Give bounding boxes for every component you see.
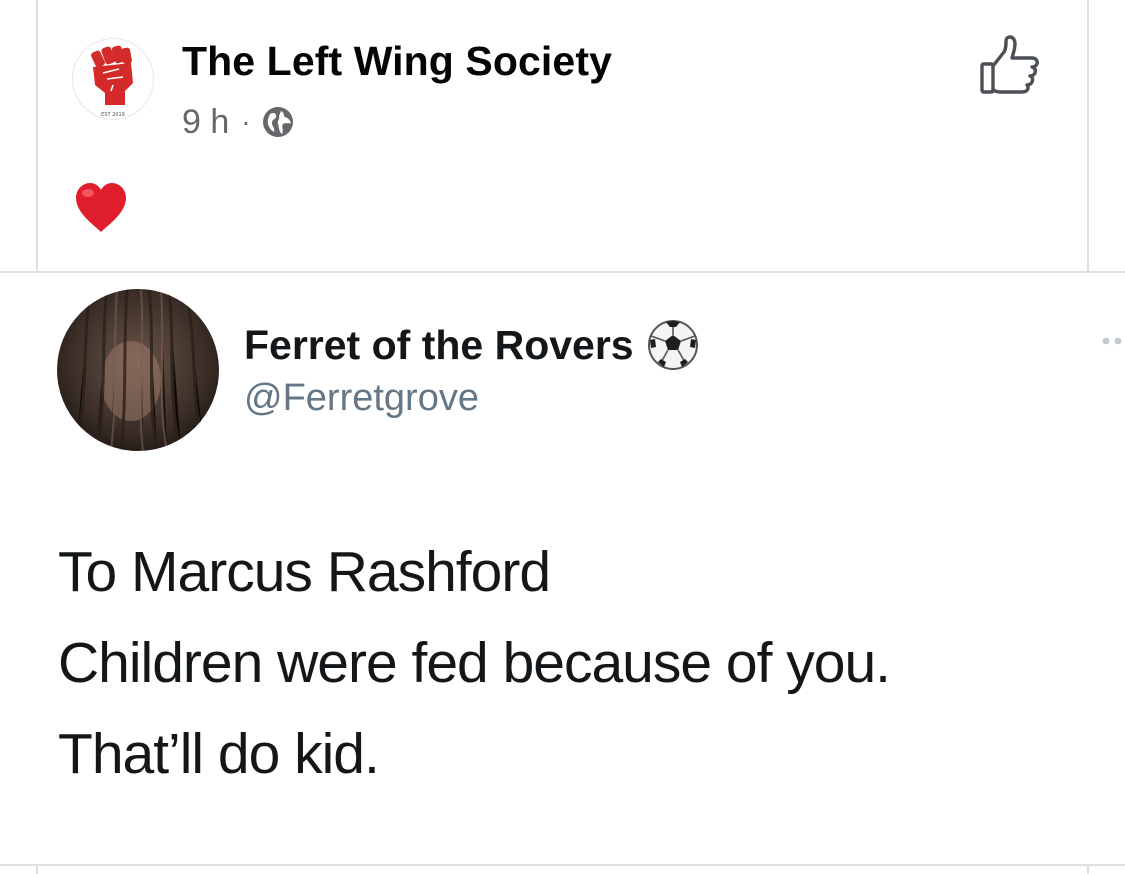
heart-icon [76,183,126,232]
logo-est-text: EST 2019 [101,112,125,118]
post-time[interactable]: 9 h [182,103,229,142]
tweet-author-avatar[interactable] [57,289,219,451]
tweet-line-3: That’ll do kid. [58,722,380,786]
meta-separator: · [241,106,251,137]
fist-logo-icon: EST 2019 [91,45,133,118]
tweet-display-name[interactable]: Ferret of the Rovers [244,322,634,369]
more-options-icon[interactable] [1100,334,1125,348]
page-name-link[interactable]: The Left Wing Society [182,38,612,85]
bottom-divider [0,864,1125,866]
left-border-top [36,0,38,272]
post-divider [0,271,1125,273]
post-meta: 9 h · [182,100,295,144]
tweet-line-2: Children were fed because of you. [58,631,891,695]
tweet-line-1: To Marcus Rashford [58,540,551,604]
soccer-ball-icon [647,320,698,370]
globe-icon[interactable] [261,105,295,139]
tweet-author-handle[interactable]: @Ferretgrove [244,377,479,420]
tweet-text: To Marcus Rashford Children were fed bec… [58,527,891,800]
like-icon[interactable] [978,34,1042,98]
tweet-author-name[interactable]: Ferret of the Rovers [244,318,700,372]
page-avatar[interactable]: EST 2019 [72,38,154,120]
right-border-top [1087,0,1089,272]
